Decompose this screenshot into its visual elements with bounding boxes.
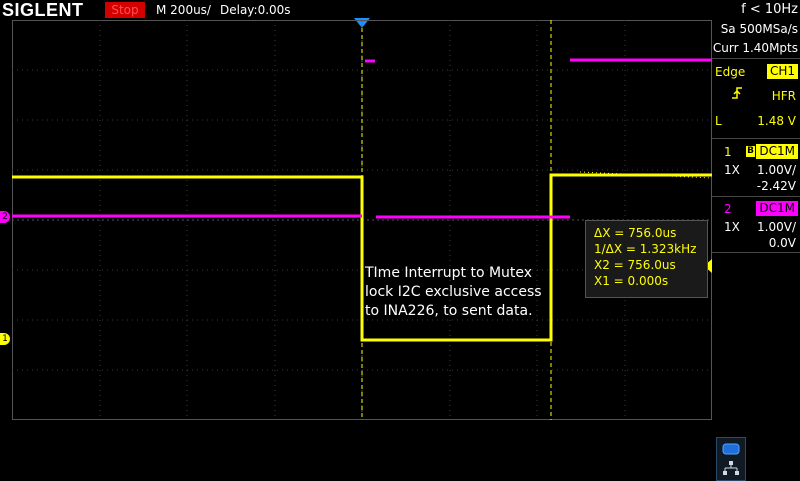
waveform-display [12,20,712,420]
divider [712,196,800,197]
ch2-coupling: DC1M [756,201,798,216]
x2-readout: X2 = 756.0us [594,258,676,272]
usb-icon [722,443,740,455]
status-tray[interactable] [716,437,746,481]
divider [712,58,800,59]
ch1-panel[interactable]: 1 B DC1M 1X 1.00V/ -2.42V [712,142,800,198]
ch1-number: 1 [724,145,732,159]
ch2-panel[interactable]: 2 DC1M 1X 1.00V/ 0.0V [712,199,800,255]
x1-readout: X1 = 0.000s [594,274,669,288]
trigger-mode: Edge [715,65,746,79]
trigger-level-label: L [715,114,722,128]
trigger-source: CH1 [766,64,798,79]
annotation-line-2: lock I2C exclusive access [365,284,542,300]
ch2-scale: 1.00V/ [757,220,796,234]
sample-rate: Sa 500MSa/s [720,22,798,36]
ch1-coupling: DC1M [756,144,798,159]
ch1-probe: 1X [724,163,740,177]
inv-delta-x-readout: 1/ΔX = 1.323kHz [594,242,697,256]
ch1-scale: 1.00V/ [757,163,796,177]
memory-depth: Curr 1.40Mpts [712,41,798,55]
annotation-text: TIme Interrupt to Mutex lock I2C exclusi… [365,264,542,321]
rising-edge-icon [732,87,742,99]
annotation-line-3: to INA226, to sent data. [365,303,533,319]
bandwidth-limit-icon: B [746,146,755,157]
delta-x-readout: ΔX = 756.0us [594,226,677,240]
trigger-level: 1.48 V [757,114,796,128]
trigger-panel[interactable]: Edge CH1 HFR L 1.48 V [712,62,800,134]
ch2-probe: 1X [724,220,740,234]
divider [712,138,800,139]
ch1-offset: -2.42V [756,179,796,193]
ch2-number: 2 [724,202,732,216]
cursor-measurement-box: ΔX = 756.0us 1/ΔX = 1.323kHz X2 = 756.0u… [585,220,708,298]
network-icon [723,461,739,475]
divider [712,252,800,253]
ch2-offset: 0.0V [768,236,796,250]
trigger-coupling: HFR [771,89,796,103]
trigger-frequency: f < 10Hz [741,2,798,17]
annotation-line-1: TIme Interrupt to Mutex [365,265,533,281]
